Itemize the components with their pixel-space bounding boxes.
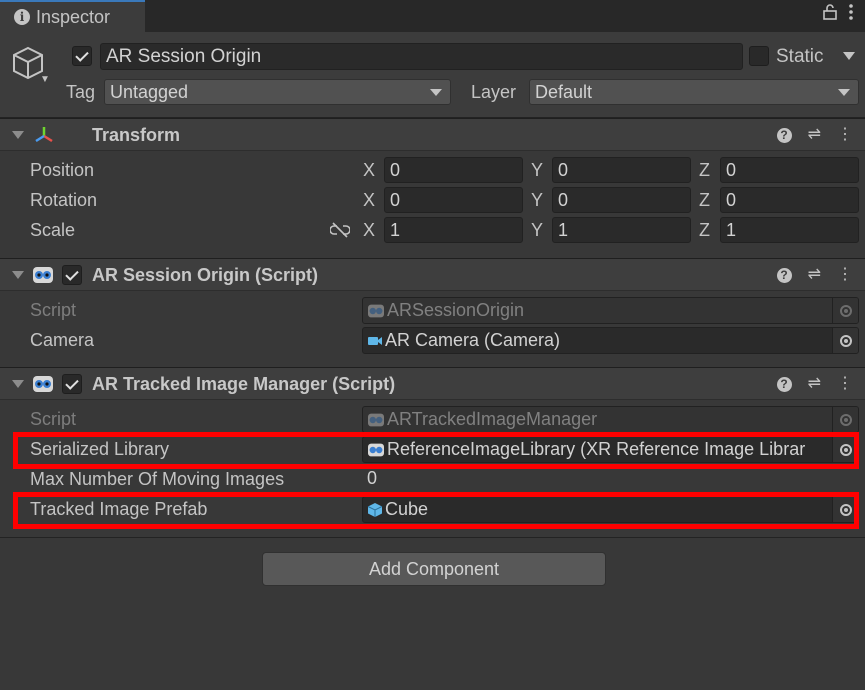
- info-icon: i: [14, 9, 30, 25]
- layer-value: Default: [535, 82, 593, 102]
- max-moving-images-label: Max Number Of Moving Images: [30, 469, 285, 489]
- divider: [0, 537, 865, 538]
- transform-icon: [35, 127, 53, 143]
- axis-y-label: Y: [531, 160, 544, 180]
- axis-z-label: Z: [699, 160, 710, 180]
- help-icon[interactable]: ?: [776, 267, 792, 283]
- transform-title: Transform: [92, 125, 181, 145]
- component-menu-icon[interactable]: ⋮: [837, 374, 853, 394]
- script-field: ARTrackedImageManager: [362, 406, 859, 433]
- axis-y-label: Y: [531, 220, 544, 240]
- gameobject-name-field[interactable]: AR Session Origin: [100, 43, 743, 70]
- rotation-x-field[interactable]: 0: [384, 187, 523, 213]
- constrain-proportions-icon[interactable]: [330, 222, 350, 238]
- script-icon: [368, 413, 384, 426]
- tab-bar: i Inspector: [0, 0, 865, 32]
- camera-label: Camera: [30, 330, 95, 350]
- scale-x-field[interactable]: 1: [384, 217, 523, 243]
- add-component-button[interactable]: Add Component: [262, 552, 606, 586]
- lock-icon[interactable]: [823, 4, 837, 20]
- script-icon: [33, 267, 53, 283]
- ar-session-origin-enabled-checkbox[interactable]: [62, 265, 82, 285]
- presets-icon[interactable]: ⇌: [808, 265, 821, 285]
- chevron-down-icon: [838, 89, 850, 96]
- position-z-field[interactable]: 0: [720, 157, 859, 183]
- icon-dropdown-arrow-icon[interactable]: ▼: [40, 74, 50, 85]
- axis-y-label: Y: [531, 190, 544, 210]
- script-value: ARSessionOrigin: [387, 300, 525, 320]
- presets-icon[interactable]: ⇌: [808, 125, 821, 145]
- static-checkbox[interactable]: [749, 46, 769, 66]
- component-menu-icon[interactable]: ⋮: [837, 125, 853, 145]
- object-picker-icon: [832, 407, 858, 432]
- ar-tracked-image-manager-header[interactable]: AR Tracked Image Manager (Script) ? ⇌ ⋮: [0, 367, 865, 400]
- tag-dropdown[interactable]: Untagged: [104, 79, 451, 105]
- chevron-down-icon: [430, 89, 442, 96]
- static-dropdown-icon[interactable]: [843, 52, 855, 60]
- ar-session-origin-title: AR Session Origin (Script): [92, 265, 319, 285]
- scale-label: Scale: [30, 220, 76, 240]
- rotation-y-field[interactable]: 0: [552, 187, 691, 213]
- highlight-tracked-image-prefab: [13, 492, 859, 529]
- component-menu-icon[interactable]: ⋮: [837, 265, 853, 285]
- layer-dropdown[interactable]: Default: [529, 79, 859, 105]
- ar-session-origin-header[interactable]: AR Session Origin (Script) ? ⇌ ⋮: [0, 258, 865, 291]
- ar-tracked-image-manager-enabled-checkbox[interactable]: [62, 374, 82, 394]
- tab-title: Inspector: [36, 6, 111, 27]
- help-icon[interactable]: ?: [776, 127, 792, 143]
- tag-label: Tag: [66, 82, 96, 102]
- object-picker-icon: [832, 298, 858, 323]
- script-label: Script: [30, 409, 77, 429]
- axis-z-label: Z: [699, 220, 710, 240]
- script-icon: [368, 304, 384, 317]
- rotation-label: Rotation: [30, 190, 98, 210]
- tab-controls: [823, 4, 853, 20]
- script-icon: [33, 376, 53, 392]
- tag-value: Untagged: [110, 82, 189, 102]
- kebab-menu-icon[interactable]: [849, 4, 853, 20]
- rotation-z-field[interactable]: 0: [720, 187, 859, 213]
- camera-value: AR Camera (Camera): [385, 330, 561, 350]
- transform-header[interactable]: Transform ? ⇌ ⋮: [0, 118, 865, 151]
- position-y-field[interactable]: 0: [552, 157, 691, 183]
- scale-y-field[interactable]: 1: [552, 217, 691, 243]
- ar-tracked-image-manager-title: AR Tracked Image Manager (Script): [92, 374, 396, 394]
- presets-icon[interactable]: ⇌: [808, 374, 821, 394]
- static-label: Static: [776, 46, 824, 67]
- script-label: Script: [30, 300, 77, 320]
- layer-label: Layer: [471, 82, 517, 102]
- foldout-icon[interactable]: [12, 271, 24, 279]
- axis-z-label: Z: [699, 190, 710, 210]
- object-picker-icon[interactable]: [832, 328, 858, 353]
- axis-x-label: X: [363, 190, 376, 210]
- position-label: Position: [30, 160, 95, 180]
- foldout-icon[interactable]: [12, 380, 24, 388]
- tab-inspector[interactable]: i Inspector: [0, 0, 145, 32]
- help-icon[interactable]: ?: [776, 376, 792, 392]
- script-value: ARTrackedImageManager: [387, 409, 598, 429]
- camera-icon: [368, 336, 382, 345]
- highlight-serialized-library: [13, 432, 859, 469]
- camera-field[interactable]: AR Camera (Camera): [362, 327, 859, 354]
- script-field: ARSessionOrigin: [362, 297, 859, 324]
- foldout-icon[interactable]: [12, 131, 24, 139]
- axis-x-label: X: [363, 160, 376, 180]
- active-checkbox[interactable]: [72, 46, 92, 66]
- position-x-field[interactable]: 0: [384, 157, 523, 183]
- axis-x-label: X: [363, 220, 376, 240]
- max-moving-images-field[interactable]: 0: [362, 466, 859, 492]
- scale-z-field[interactable]: 1: [720, 217, 859, 243]
